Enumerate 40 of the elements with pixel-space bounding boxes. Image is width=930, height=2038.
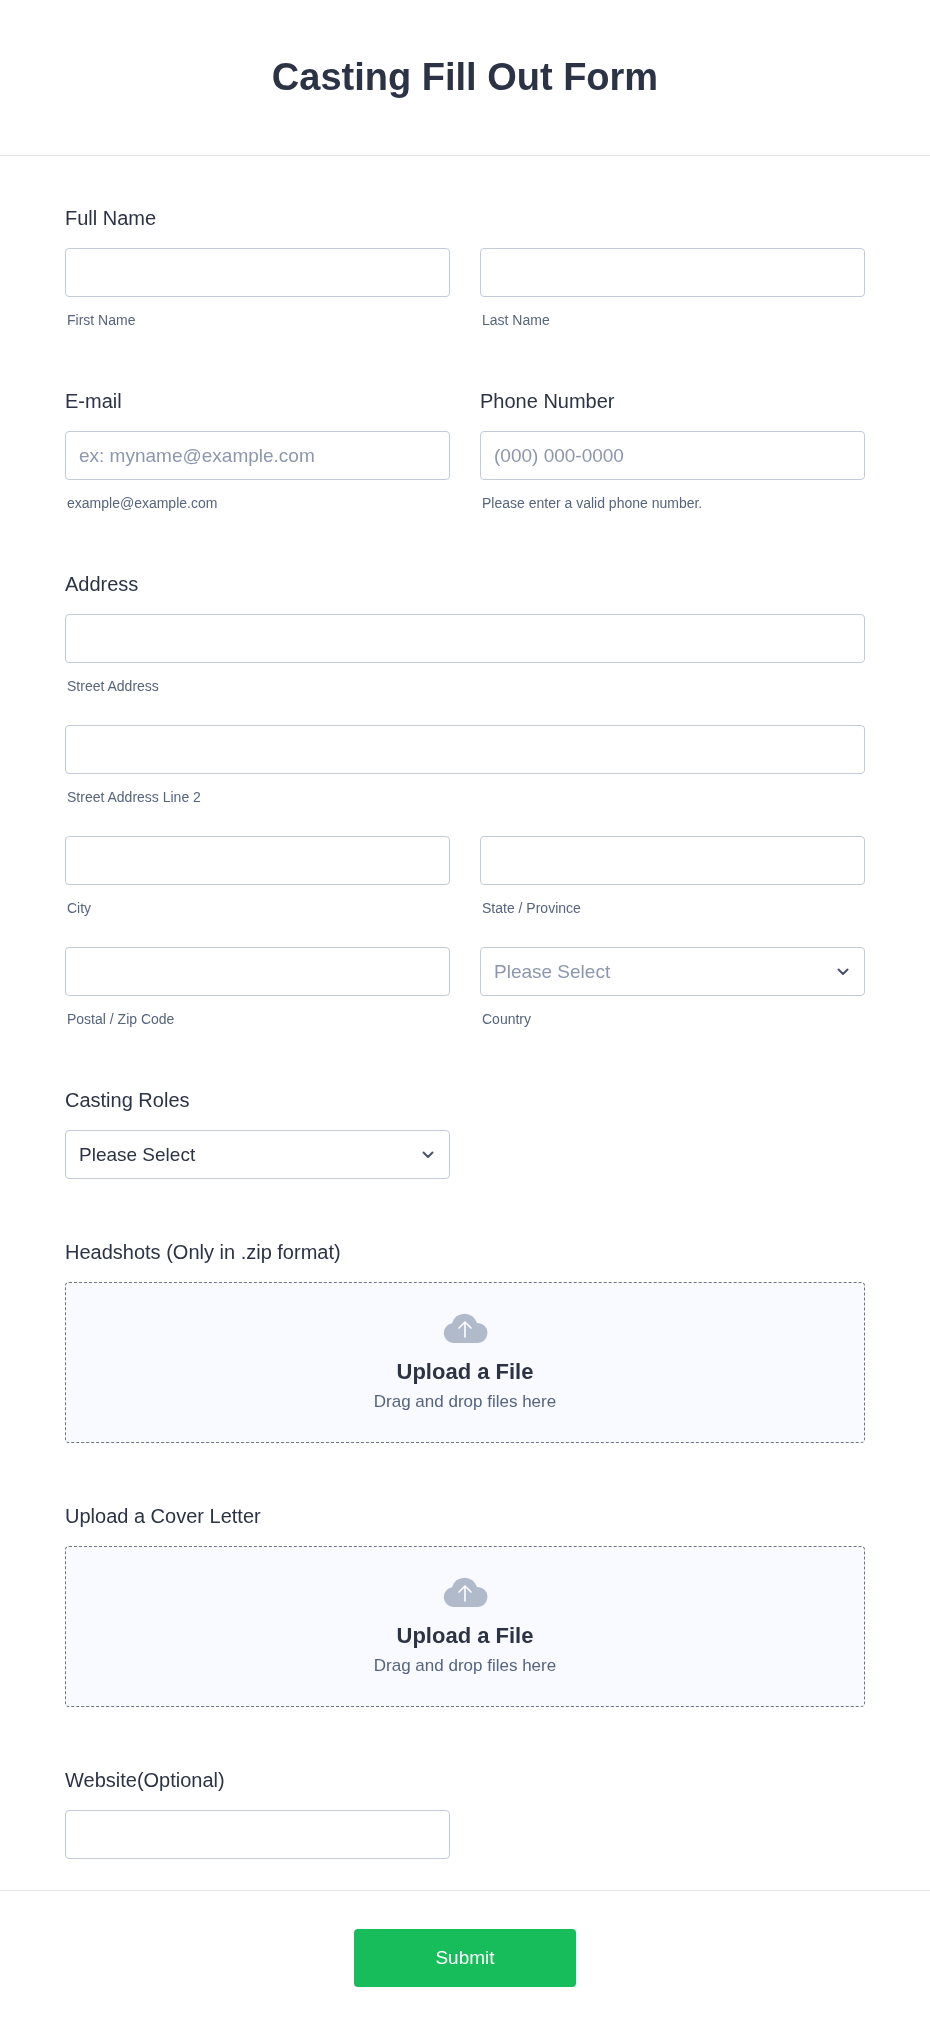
field-label: Upload a Cover Letter [65,1505,262,1527]
field-sublabel: Postal / Zip Code [66,1011,176,1027]
upload-hint: Drag and drop files here [373,1656,557,1676]
upload-title: Upload a File [396,1623,534,1649]
input-field[interactable]: (000) 000-0000 [480,431,865,480]
field-sublabel: Please enter a valid phone number. [481,495,704,511]
cloud-upload-icon [441,1575,489,1607]
field-label: Phone Number [480,390,616,412]
input-field[interactable] [480,836,865,885]
field-label: Headshots (Only in .zip format) [65,1241,342,1263]
input-field[interactable] [65,1810,450,1859]
input-field[interactable] [480,248,865,297]
chevron-down-icon [422,1150,434,1159]
field-sublabel: State / Province [481,900,582,916]
field-sublabel: Street Address Line 2 [66,789,202,805]
input-field[interactable] [65,248,450,297]
field-sublabel: Street Address [66,678,160,694]
file-drop-zone[interactable]: Upload a File Drag and drop files here [65,1282,865,1443]
input-field[interactable] [65,836,450,885]
field-sublabel: First Name [66,312,137,328]
dropdown[interactable]: Please Select [65,1130,450,1179]
input-field[interactable] [65,614,865,663]
input-field[interactable] [65,947,450,996]
chevron-down-icon [837,967,849,976]
form-title: Casting Fill Out Form [271,56,659,99]
field-sublabel: example@example.com [66,495,219,511]
field-sublabel: Last Name [481,312,551,328]
field-sublabel: Country [481,1011,533,1027]
cloud-upload-icon [441,1311,489,1343]
field-sublabel: City [66,900,93,916]
field-label: Casting Roles [65,1089,191,1111]
input-field[interactable] [65,725,865,774]
field-label: Full Name [65,207,158,229]
upload-title: Upload a File [396,1359,534,1385]
field-label: E-mail [65,390,123,412]
field-label: Address [65,573,140,595]
field-label: Website(Optional) [65,1769,226,1791]
input-field[interactable]: ex: myname@example.com [65,431,450,480]
file-drop-zone[interactable]: Upload a File Drag and drop files here [65,1546,865,1707]
upload-hint: Drag and drop files here [373,1392,557,1412]
